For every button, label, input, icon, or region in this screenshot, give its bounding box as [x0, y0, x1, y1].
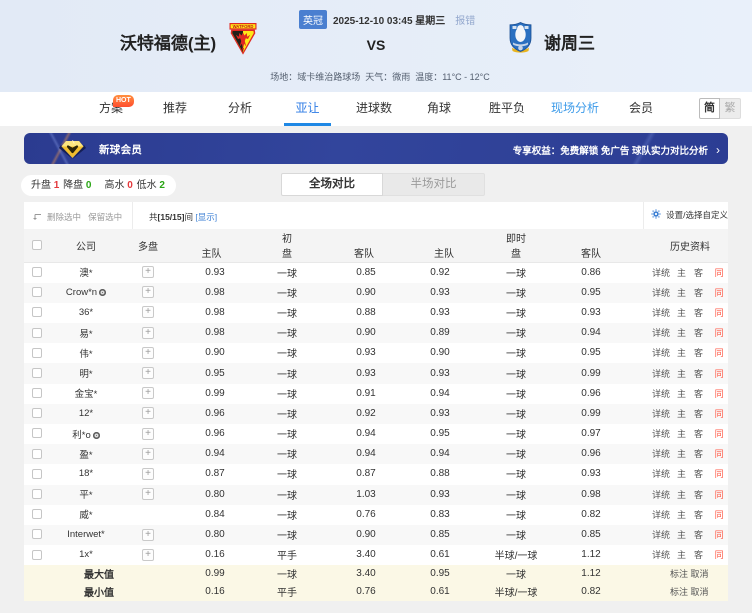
svg-text:WATFORD: WATFORD — [233, 24, 254, 29]
